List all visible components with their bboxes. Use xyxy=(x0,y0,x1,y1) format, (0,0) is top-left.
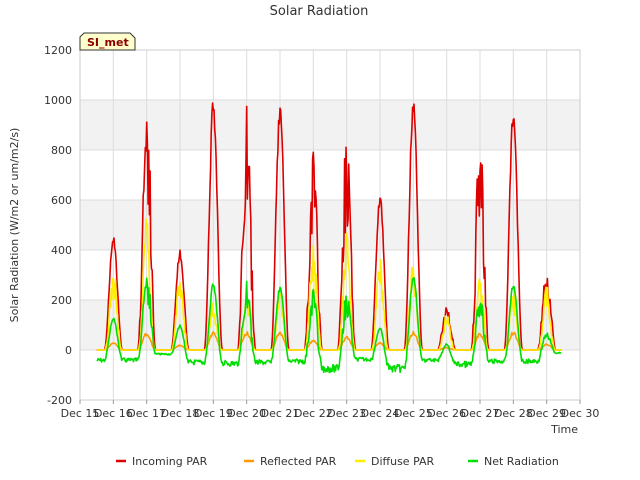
x-tick-labels: Dec 15Dec 16Dec 17Dec 18Dec 19Dec 20Dec … xyxy=(61,400,600,420)
legend-label: Incoming PAR xyxy=(132,455,208,468)
site-badge: SI_met xyxy=(79,32,136,51)
y-tick-label: 0 xyxy=(65,344,72,357)
y-tick-label: 600 xyxy=(51,194,72,207)
y-tick-label: -200 xyxy=(47,394,72,407)
legend-label: Reflected PAR xyxy=(260,455,337,468)
y-tick-label: 1200 xyxy=(44,44,72,57)
x-tick-label: Dec 30 xyxy=(561,407,600,420)
y-tick-label: 1000 xyxy=(44,94,72,107)
solar-radiation-chart: Solar Radiation -200 0 200 400 600 800 1000 120… xyxy=(8,4,600,468)
y-axis-label: Solar Radiation (W/m2 or um/m2/s) xyxy=(8,128,21,323)
legend-label: Diffuse PAR xyxy=(371,455,435,468)
legend-label: Net Radiation xyxy=(484,455,559,468)
plot-band xyxy=(80,200,580,250)
legend: Incoming PAR Reflected PAR Diffuse PAR Net … xyxy=(116,455,559,468)
y-tick-labels: -200 0 200 400 600 800 1000 1200 xyxy=(44,44,72,407)
plot-band xyxy=(80,100,580,150)
y-tick-label: 800 xyxy=(51,144,72,157)
y-tick-label: 200 xyxy=(51,294,72,307)
x-axis-label: Time xyxy=(550,423,578,436)
site-badge-label: SI_met xyxy=(87,36,129,49)
chart-title: Solar Radiation xyxy=(270,4,369,19)
y-tick-label: 400 xyxy=(51,244,72,257)
